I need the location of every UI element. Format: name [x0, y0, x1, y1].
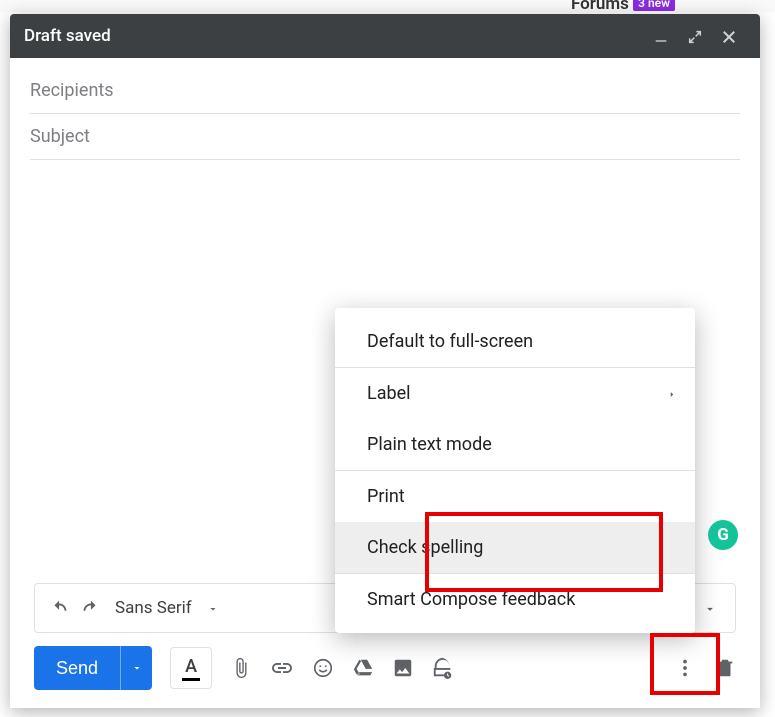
compose-fields: Recipients Subject [10, 58, 760, 160]
menu-item-label[interactable]: Label [335, 368, 695, 419]
text-color-letter: A [185, 656, 197, 677]
insert-image-button[interactable] [392, 657, 414, 679]
confidential-mode-button[interactable] [432, 657, 454, 679]
text-color-button[interactable]: A [170, 647, 212, 689]
minimize-button[interactable] [644, 27, 678, 46]
text-color-underline [182, 678, 200, 681]
menu-item-smart-compose[interactable]: Smart Compose feedback [335, 574, 695, 625]
forums-new-badge: 3 new [633, 0, 675, 11]
more-options-menu: Default to full-screen Label Plain text … [335, 308, 695, 633]
font-dropdown-icon[interactable] [198, 598, 228, 618]
format-more-dropdown[interactable] [695, 598, 725, 618]
more-options-button[interactable] [674, 657, 696, 679]
compose-titlebar: Draft saved [10, 14, 760, 58]
discard-draft-button[interactable] [714, 657, 736, 679]
attach-file-button[interactable] [230, 657, 252, 679]
subject-field[interactable]: Subject [30, 114, 740, 160]
send-button[interactable]: Send [34, 646, 120, 690]
forums-label: Forums [571, 0, 629, 14]
menu-item-print[interactable]: Print [335, 471, 695, 522]
send-options-button[interactable] [120, 646, 152, 690]
insert-link-button[interactable] [270, 656, 294, 680]
grammarly-badge[interactable]: G [708, 520, 738, 550]
insert-emoji-button[interactable] [312, 657, 334, 679]
compose-title: Draft saved [24, 26, 644, 46]
chevron-right-icon [667, 383, 677, 404]
background-forums: Forums 3 new [571, 0, 675, 14]
recipients-field[interactable]: Recipients [30, 68, 740, 114]
font-family-selector[interactable]: Sans Serif [115, 598, 192, 618]
menu-item-label-text: Label [367, 383, 411, 404]
menu-item-check-spelling[interactable]: Check spelling [335, 522, 695, 573]
fullscreen-button[interactable] [678, 27, 712, 46]
redo-button[interactable] [75, 597, 105, 619]
compose-window: Draft saved Recipients Subject Sans Seri… [10, 14, 760, 708]
compose-bottom-bar: Send A [34, 646, 736, 690]
send-button-group: Send [34, 646, 152, 690]
menu-item-fullscreen[interactable]: Default to full-screen [335, 316, 695, 367]
menu-item-plaintext[interactable]: Plain text mode [335, 419, 695, 470]
close-button[interactable] [712, 26, 746, 46]
insert-drive-button[interactable] [352, 657, 374, 679]
undo-button[interactable] [45, 597, 75, 619]
